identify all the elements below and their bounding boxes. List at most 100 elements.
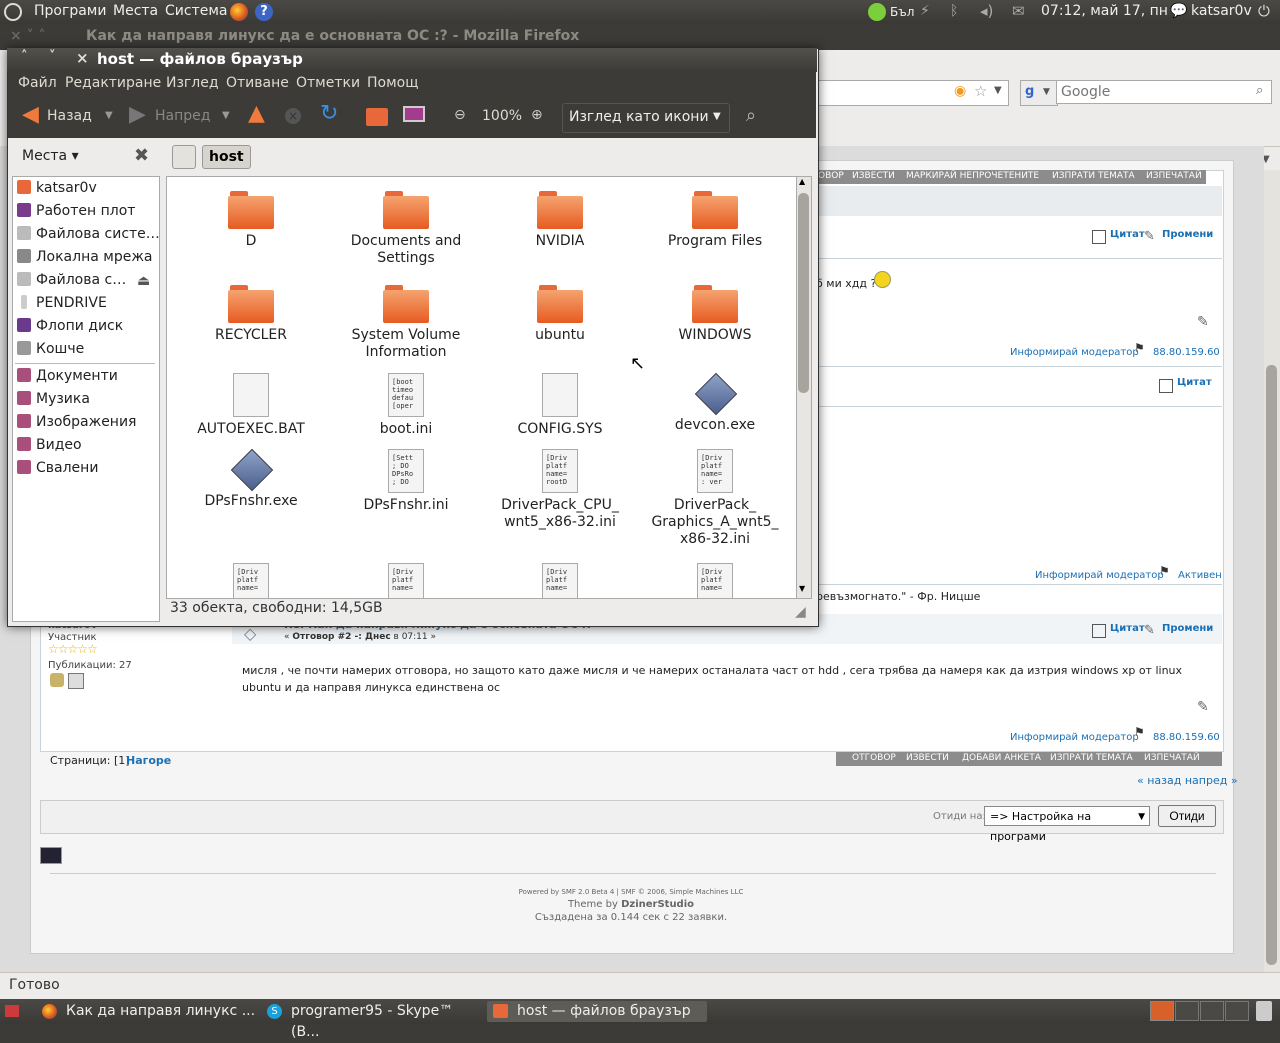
place-pendrive[interactable]: PENDRIVE	[17, 295, 107, 317]
file-item[interactable]: devcon.exe	[640, 372, 790, 434]
search-go-icon[interactable]: ⌕	[1256, 83, 1263, 98]
zoom-level[interactable]: 100%	[482, 108, 522, 124]
file-item[interactable]: AUTOEXEC.BAT	[176, 373, 326, 438]
menu-file[interactable]: Файл	[18, 75, 57, 91]
back-button[interactable]: Назад	[47, 108, 92, 124]
minimize-icon[interactable]: ˄	[21, 49, 28, 64]
file-item[interactable]: NVIDIA	[485, 191, 635, 250]
quote-icon[interactable]	[1159, 379, 1173, 393]
zoom-in-icon[interactable]: ⊕	[531, 107, 543, 123]
file-item[interactable]: CONFIG.SYS	[485, 373, 635, 438]
report-icon[interactable]: ✎	[1197, 314, 1209, 330]
resize-grip-icon[interactable]: ◢	[795, 604, 806, 620]
task-skype[interactable]: S programer95 - Skype™ (B...	[263, 1001, 483, 1040]
menu-edit[interactable]: Редактиране	[65, 75, 161, 91]
quote-link[interactable]: Цитат	[1110, 623, 1145, 634]
network-icon[interactable]: ⚡	[920, 3, 930, 19]
computer-icon[interactable]	[403, 106, 425, 122]
show-desktop-icon[interactable]	[5, 1005, 19, 1017]
place-floppy[interactable]: Флопи диск	[17, 318, 123, 340]
volume-icon[interactable]: ◂)	[980, 2, 993, 20]
view-mode-select[interactable]: Изглед като икони ▼	[562, 103, 730, 133]
url-dropdown-icon[interactable]: ▼	[994, 85, 1002, 96]
ip-link[interactable]: 88.80.159.60	[1153, 347, 1220, 358]
footer-theme-name[interactable]: DzinerStudio	[621, 899, 694, 910]
scroll-down-icon[interactable]: ▼	[799, 584, 805, 593]
modify-icon[interactable]: ✎	[1144, 229, 1155, 244]
task-firefox[interactable]: Как да направя линукс ...	[38, 1001, 258, 1022]
quote-link[interactable]: Цитат	[1110, 229, 1145, 240]
page-scroll-thumb[interactable]	[1266, 365, 1277, 965]
file-item[interactable]: [Driv platf name=	[640, 563, 790, 598]
menu-system[interactable]: Система	[165, 3, 227, 19]
bookmark-videos[interactable]: Видео	[17, 437, 82, 459]
ip-link[interactable]: 88.80.159.60	[1153, 732, 1220, 743]
page-scrollbar[interactable]	[1264, 170, 1280, 972]
topic-action-notify[interactable]: ИЗВЕСТИ	[852, 171, 895, 181]
quote-icon[interactable]	[1092, 624, 1106, 638]
workspace-icon[interactable]	[1200, 1001, 1224, 1021]
topic-action-print[interactable]: ИЗПЕЧАТАЙ	[1146, 171, 1202, 181]
modify-icon[interactable]: ✎	[1144, 623, 1155, 638]
workspace-icon[interactable]	[1225, 1001, 1249, 1021]
home-icon[interactable]	[366, 108, 388, 126]
zoom-out-icon[interactable]: ⊖	[454, 107, 466, 123]
close-sidebar-icon[interactable]: ✖	[134, 145, 149, 166]
jump-select[interactable]: => Настройка на програми ▼	[984, 806, 1150, 843]
profile-icon[interactable]	[50, 673, 64, 687]
firefox-close-icon[interactable]: × ˅ ˄	[10, 28, 45, 44]
trash-applet-icon[interactable]	[1256, 1001, 1272, 1021]
file-icon-view[interactable]: D Documents and Settings NVIDIA Program Fil…	[166, 176, 798, 599]
rss-badge-icon[interactable]	[40, 847, 62, 864]
report-icon[interactable]: ✎	[1197, 699, 1209, 715]
menu-bookmarks[interactable]: Отметки	[296, 75, 360, 91]
action-reply[interactable]: ОТГОВОР	[852, 753, 896, 763]
top-link[interactable]: Нагоре	[126, 754, 171, 767]
mail-icon[interactable]: ✉	[1012, 2, 1025, 20]
report-moderator-link[interactable]: Информирай модератор	[1035, 570, 1164, 581]
close-icon[interactable]: ×	[76, 49, 89, 67]
search-input[interactable]	[1056, 80, 1272, 104]
file-browser-titlebar[interactable]: ˄ ˅ × host — файлов браузър	[7, 48, 817, 72]
file-item[interactable]: Documents and Settings	[331, 191, 481, 267]
menu-places[interactable]: Места	[113, 3, 158, 19]
back-history-icon[interactable]: ▼	[105, 110, 113, 121]
forward-arrow-icon[interactable]: ▶	[129, 104, 146, 126]
file-view-scroll-thumb[interactable]	[798, 193, 809, 393]
file-item[interactable]: RECYCLER	[176, 285, 326, 344]
footer-powered[interactable]: Powered by SMF 2.0 Beta 4 | SMF © 2006, …	[40, 888, 1222, 896]
forward-button[interactable]: Напред	[155, 108, 210, 124]
report-moderator-link[interactable]: Информирай модератор	[1010, 347, 1139, 358]
place-desktop[interactable]: Работен плот	[17, 203, 135, 225]
file-item[interactable]: [boot timeo defau [oper boot.ini	[331, 373, 481, 438]
file-item[interactable]: [Driv platf name=	[485, 563, 635, 598]
quote-link[interactable]: Цитат	[1177, 377, 1212, 388]
clock[interactable]: 07:12, май 17, пн	[1041, 3, 1168, 19]
file-item[interactable]: Program Files	[640, 191, 790, 250]
file-view-scrollbar[interactable]: ▲ ▼	[796, 176, 812, 599]
url-bar[interactable]: ◉ ☆ ▼	[818, 80, 1009, 106]
jump-button[interactable]: Отиди	[1158, 805, 1216, 827]
file-item[interactable]: DPsFnshr.exe	[176, 448, 326, 510]
rss-icon[interactable]: ◉	[954, 83, 966, 99]
scroll-up-icon[interactable]: ▲	[799, 177, 805, 186]
back-arrow-icon[interactable]: ◀	[22, 104, 39, 126]
eject-icon[interactable]: ⏏	[137, 273, 150, 289]
drive-button-icon[interactable]	[172, 145, 196, 169]
search-engine-button[interactable]: g ▼	[1020, 80, 1058, 106]
file-item[interactable]: ubuntu	[485, 285, 635, 344]
bookmark-star-icon[interactable]: ☆	[974, 82, 987, 100]
workspace-switcher-icon[interactable]	[1150, 1001, 1174, 1021]
bookmark-downloads[interactable]: Свалени	[17, 460, 98, 482]
action-notify[interactable]: ИЗВЕСТИ	[906, 753, 949, 763]
chat-icon[interactable]: 💬	[1170, 3, 1187, 19]
search-icon[interactable]: ⌕	[746, 105, 756, 126]
file-item[interactable]: [Driv platf name= : ver DriverPack_ Graph…	[640, 449, 790, 548]
menu-view[interactable]: Изглед	[166, 75, 219, 91]
bookmark-music[interactable]: Музика	[17, 391, 90, 413]
place-trash[interactable]: Кошче	[17, 341, 84, 363]
file-item[interactable]: System Volume Information	[331, 285, 481, 361]
keyboard-layout[interactable]: Бъл	[890, 5, 914, 19]
file-item[interactable]: [Driv platf name= rootD DriverPack_CPU_ w…	[485, 449, 635, 531]
file-item[interactable]: [Driv platf name=	[176, 563, 326, 598]
